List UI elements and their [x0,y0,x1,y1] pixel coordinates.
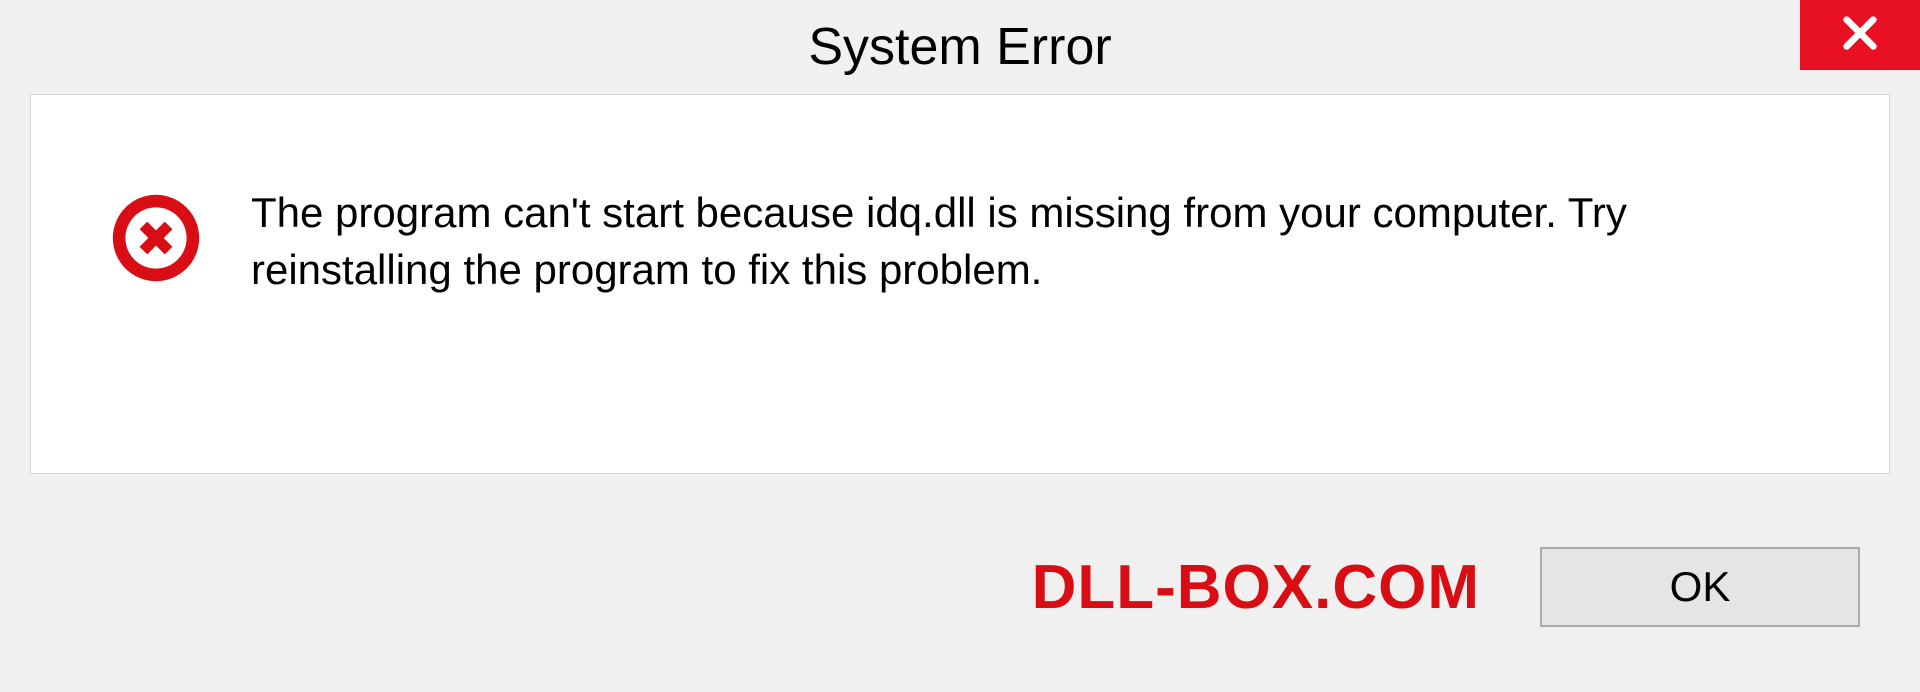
close-button[interactable] [1800,0,1920,70]
dialog-title: System Error [808,17,1111,77]
content-area: The program can't start because idq.dll … [30,94,1890,474]
titlebar: System Error [0,0,1920,94]
footer: DLL-BOX.COM OK [0,512,1920,692]
error-message: The program can't start because idq.dll … [251,185,1839,298]
ok-button[interactable]: OK [1540,547,1860,627]
watermark: DLL-BOX.COM [1032,552,1480,623]
close-icon [1840,13,1880,58]
error-icon [111,193,201,283]
